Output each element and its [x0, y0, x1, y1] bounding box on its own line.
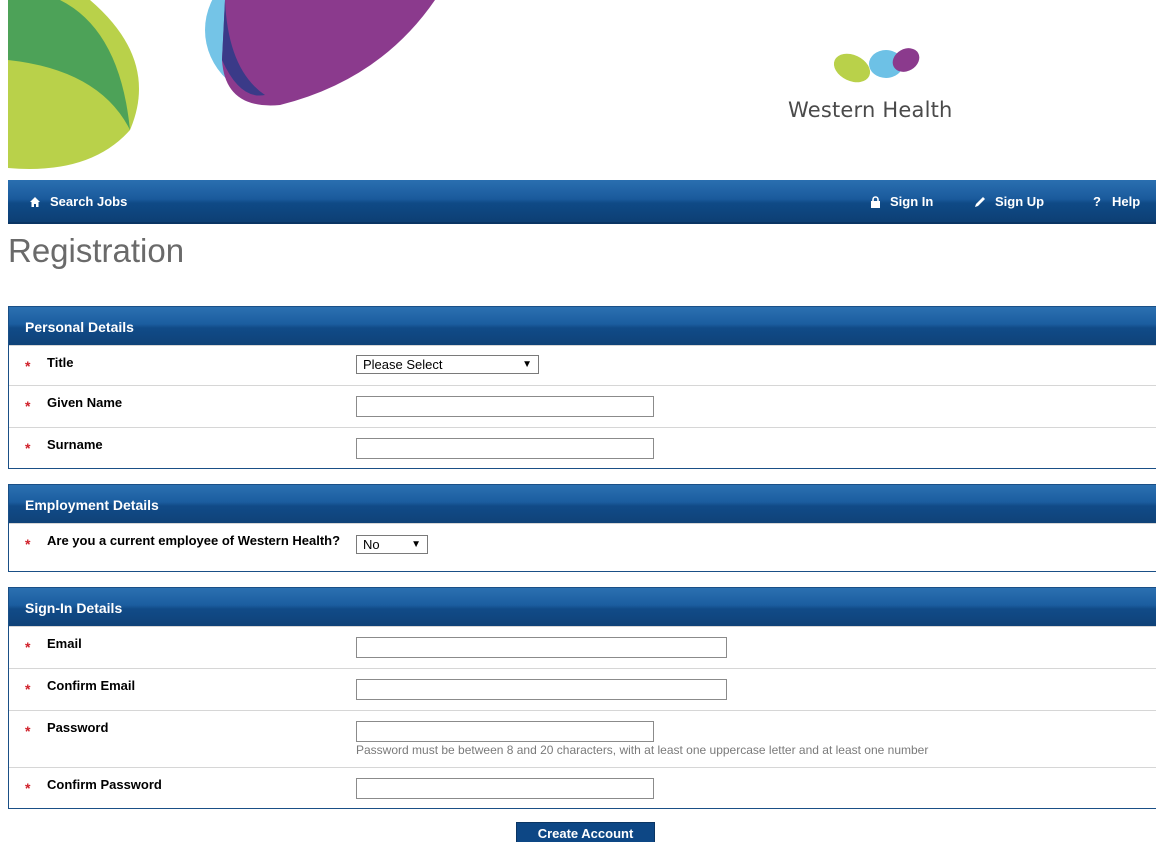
- current-employee-row: * Are you a current employee of Western …: [9, 523, 1156, 571]
- required-marker: *: [25, 536, 31, 552]
- employment-details-section: Employment Details * Are you a current e…: [8, 484, 1156, 572]
- nav-search-jobs[interactable]: Search Jobs: [28, 194, 127, 209]
- page-title: Registration: [8, 232, 185, 269]
- title-select[interactable]: Please Select ▼: [356, 355, 539, 374]
- title-select-value: Please Select: [363, 357, 443, 372]
- brand-name: Western Health: [788, 98, 953, 122]
- surname-label: Surname: [47, 437, 103, 452]
- dropdown-arrow-icon: ▼: [522, 359, 532, 370]
- required-marker: *: [25, 358, 31, 374]
- decorative-swooshes: [8, 0, 448, 170]
- required-marker: *: [25, 639, 31, 655]
- personal-details-heading: Personal Details: [9, 307, 1156, 345]
- given-name-label: Given Name: [47, 395, 123, 410]
- confirm-email-label: Confirm Email: [47, 678, 136, 693]
- employment-details-heading: Employment Details: [9, 485, 1156, 523]
- header-banner: Western Health: [0, 0, 1156, 178]
- given-name-row: * Given Name: [9, 385, 1156, 427]
- confirm-password-label: Confirm Password: [47, 777, 162, 792]
- password-hint: Password must be between 8 and 20 charac…: [356, 743, 929, 757]
- required-marker: *: [25, 398, 31, 414]
- email-row: * Email: [9, 626, 1156, 668]
- required-marker: *: [25, 681, 31, 697]
- current-employee-label: Are you a current employee of Western He…: [47, 533, 341, 548]
- email-input[interactable]: [356, 637, 727, 658]
- dropdown-arrow-icon: ▼: [411, 539, 421, 550]
- nav-help-label: Help: [1112, 194, 1141, 209]
- pencil-icon: [973, 195, 987, 209]
- create-account-button[interactable]: Create Account: [516, 822, 655, 842]
- password-row: * Password Password must be between 8 an…: [9, 710, 1156, 767]
- home-icon: [28, 195, 42, 209]
- password-label: Password: [47, 720, 109, 735]
- butterfly-logo-icon: [833, 48, 920, 83]
- confirm-email-input[interactable]: [356, 679, 727, 700]
- password-input[interactable]: [356, 721, 654, 742]
- surname-row: * Surname: [9, 427, 1156, 469]
- sign-in-details-heading: Sign-In Details: [9, 588, 1156, 626]
- confirm-email-row: * Confirm Email: [9, 668, 1156, 710]
- western-health-logo[interactable]: Western Health: [788, 42, 988, 132]
- nav-sign-up-label: Sign Up: [995, 194, 1045, 209]
- surname-input[interactable]: [356, 438, 654, 459]
- confirm-password-row: * Confirm Password: [9, 767, 1156, 809]
- nav-sign-in[interactable]: Sign In: [868, 194, 933, 209]
- email-label: Email: [47, 636, 82, 651]
- current-employee-select-value: No: [363, 537, 380, 552]
- required-marker: *: [25, 440, 31, 456]
- sign-in-details-section: Sign-In Details * Email * Confirm Email …: [8, 587, 1156, 809]
- top-nav-bar: Search Jobs Sign In Sign Up ? Help: [8, 180, 1156, 224]
- nav-help[interactable]: ? Help: [1090, 194, 1140, 209]
- current-employee-select[interactable]: No ▼: [356, 535, 428, 554]
- title-row: * Title Please Select ▼: [9, 345, 1156, 385]
- nav-search-jobs-label: Search Jobs: [50, 194, 128, 209]
- personal-details-section: Personal Details * Title Please Select ▼…: [8, 306, 1156, 469]
- title-label: Title: [47, 355, 74, 370]
- given-name-input[interactable]: [356, 396, 654, 417]
- nav-sign-in-label: Sign In: [890, 194, 934, 209]
- required-marker: *: [25, 723, 31, 739]
- lock-icon: [868, 195, 882, 209]
- question-icon: ?: [1093, 194, 1101, 209]
- required-marker: *: [25, 780, 31, 796]
- confirm-password-input[interactable]: [356, 778, 654, 799]
- nav-sign-up[interactable]: Sign Up: [973, 194, 1044, 209]
